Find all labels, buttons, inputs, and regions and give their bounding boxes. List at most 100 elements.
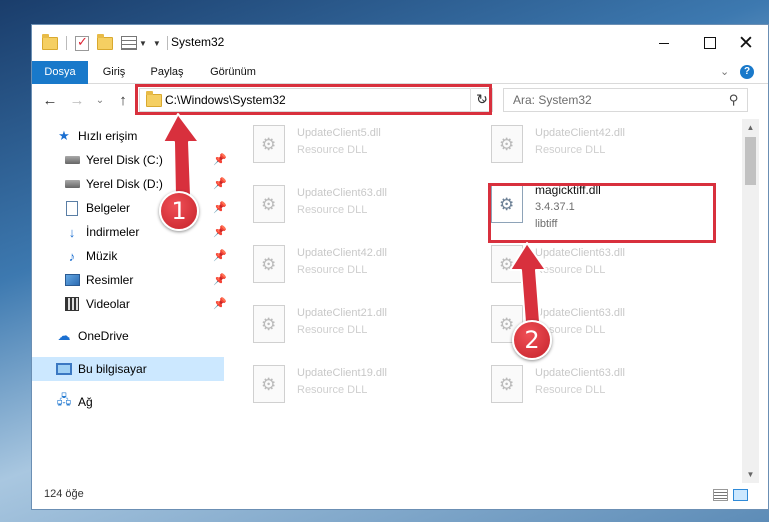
- forward-arrow-icon[interactable]: →: [67, 91, 87, 111]
- tab-share[interactable]: Paylaş: [142, 61, 192, 84]
- music-icon: ♪: [68, 248, 76, 264]
- tab-home[interactable]: Giriş: [92, 61, 136, 84]
- scrollbar-thumb[interactable]: [745, 137, 756, 185]
- dll-file-icon: [491, 125, 523, 163]
- dll-file-icon: [253, 365, 285, 403]
- new-folder-icon[interactable]: [97, 33, 113, 50]
- search-input[interactable]: Ara: System32 ⚲: [503, 88, 748, 112]
- properties-check-icon[interactable]: [75, 34, 89, 51]
- sidebar-item-onedrive[interactable]: ☁ OneDrive: [56, 325, 129, 347]
- computer-icon: [56, 361, 72, 377]
- customize-chevron-icon[interactable]: ▼: [139, 39, 147, 48]
- sidebar-item-label: Ağ: [78, 395, 93, 409]
- file-description: Resource DLL: [535, 144, 606, 156]
- pin-icon[interactable]: 📌: [213, 249, 227, 262]
- sidebar-item-label: Yerel Disk (C:): [86, 153, 163, 167]
- qa-dropdown-icon[interactable]: ▼: [153, 39, 161, 48]
- file-name: UpdateClient63.dll: [535, 247, 625, 259]
- sidebar-item-network[interactable]: 🖧 Ağ: [56, 391, 93, 413]
- sidebar-item-disk-d[interactable]: Yerel Disk (D:): [64, 173, 163, 195]
- file-description: Resource DLL: [297, 324, 368, 336]
- back-arrow-icon[interactable]: ←: [40, 91, 60, 111]
- sidebar-item-music[interactable]: ♪ Müzik: [64, 245, 118, 267]
- file-item[interactable]: UpdateClient63.dll Resource DLL: [491, 241, 701, 291]
- sidebar-item-pictures[interactable]: Resimler: [64, 269, 133, 291]
- drive-icon: [64, 152, 80, 168]
- quick-access-toolbar: ▼ ▼: [42, 33, 168, 52]
- file-list: UpdateClient5.dll Resource DLL UpdateCli…: [227, 119, 742, 479]
- file-item[interactable]: UpdateClient63.dll Resource DLL: [253, 181, 463, 231]
- sidebar-item-label: Müzik: [86, 249, 118, 263]
- close-button[interactable]: ✕: [723, 25, 769, 61]
- tab-file[interactable]: Dosya: [32, 61, 88, 84]
- file-name: UpdateClient19.dll: [297, 367, 387, 379]
- file-description: Resource DLL: [297, 204, 368, 216]
- help-icon[interactable]: ?: [740, 65, 754, 79]
- sidebar-item-label: Bu bilgisayar: [78, 362, 147, 376]
- file-name: UpdateClient63.dll: [535, 367, 625, 379]
- sidebar-item-label: Hızlı erişim: [78, 129, 138, 143]
- recent-locations-chevron-icon[interactable]: ⌄: [90, 91, 110, 111]
- pin-icon[interactable]: 📌: [213, 225, 227, 238]
- sidebar-item-label: Resimler: [86, 273, 134, 287]
- sidebar-item-videos[interactable]: Videolar: [64, 293, 130, 315]
- rename-icon[interactable]: [121, 36, 137, 50]
- file-item[interactable]: UpdateClient42.dll Resource DLL: [253, 241, 463, 291]
- file-name: UpdateClient42.dll: [535, 127, 625, 139]
- sidebar-item-documents[interactable]: Belgeler: [64, 197, 130, 219]
- dll-file-icon: [253, 185, 285, 223]
- sidebar-item-label: İndirmeler: [86, 225, 140, 239]
- pin-icon[interactable]: 📌: [213, 297, 227, 310]
- ribbon-expand-chevron-icon[interactable]: ⌄: [720, 65, 729, 78]
- toolbar-divider: [66, 36, 67, 50]
- pin-icon[interactable]: 📌: [213, 177, 227, 190]
- search-icon[interactable]: ⚲: [729, 92, 739, 108]
- title-bar: ▼ ▼ System32 ✕: [32, 25, 768, 61]
- file-item[interactable]: UpdateClient19.dll Resource DLL: [253, 361, 463, 411]
- dll-file-icon: [491, 365, 523, 403]
- item-count: 124 öğe: [44, 488, 84, 500]
- search-placeholder: Ara: System32: [513, 93, 592, 107]
- callout-step-1: 1: [159, 191, 199, 231]
- cloud-icon: ☁: [57, 328, 71, 343]
- download-icon: ↓: [68, 224, 76, 240]
- file-item[interactable]: UpdateClient63.dll Resource DLL: [491, 361, 701, 411]
- file-item[interactable]: UpdateClient21.dll Resource DLL: [253, 301, 463, 351]
- folder-icon: [42, 33, 58, 50]
- toolbar-divider: [166, 36, 168, 50]
- file-name: UpdateClient42.dll: [297, 247, 387, 259]
- dll-file-icon: [253, 125, 285, 163]
- window-title: System32: [171, 35, 225, 49]
- scroll-down-icon[interactable]: ▼: [742, 470, 759, 479]
- sidebar-item-label: Belgeler: [86, 201, 131, 215]
- tab-view[interactable]: Görünüm: [202, 61, 264, 84]
- sidebar-item-quick-access[interactable]: ★ Hızlı erişim: [56, 125, 137, 147]
- scroll-up-icon[interactable]: ▲: [742, 123, 759, 132]
- file-name: UpdateClient63.dll: [297, 187, 387, 199]
- file-description: Resource DLL: [535, 264, 606, 276]
- sidebar-item-label: Yerel Disk (D:): [86, 177, 163, 191]
- file-name: UpdateClient5.dll: [297, 127, 381, 139]
- callout-step-2: 2: [512, 320, 552, 360]
- pin-icon[interactable]: 📌: [213, 201, 227, 214]
- documents-icon: [64, 200, 80, 216]
- file-item[interactable]: UpdateClient5.dll Resource DLL: [253, 121, 463, 171]
- ribbon-tabs: Dosya Giriş Paylaş Görünüm ⌄ ?: [32, 61, 768, 84]
- pin-icon[interactable]: 📌: [213, 153, 227, 166]
- sidebar-item-downloads[interactable]: ↓ İndirmeler: [64, 221, 140, 243]
- explorer-window: ▼ ▼ System32 ✕ Dosya Giriş Paylaş Görünü…: [31, 24, 769, 510]
- network-icon: 🖧: [56, 392, 72, 407]
- sidebar-item-this-pc[interactable]: Bu bilgisayar: [56, 358, 147, 380]
- up-arrow-icon[interactable]: ↑: [113, 91, 133, 111]
- file-name: UpdateClient21.dll: [297, 307, 387, 319]
- tiles-view-icon[interactable]: [733, 489, 748, 501]
- details-view-icon[interactable]: [713, 489, 728, 501]
- minimize-button[interactable]: [641, 25, 687, 61]
- vertical-scrollbar[interactable]: ▲ ▼: [742, 119, 759, 483]
- file-name: UpdateClient63.dll: [535, 307, 625, 319]
- pin-icon[interactable]: 📌: [213, 273, 227, 286]
- file-item[interactable]: UpdateClient42.dll Resource DLL: [491, 121, 701, 171]
- videos-icon: [64, 296, 80, 312]
- file-description: Resource DLL: [535, 384, 606, 396]
- drive-icon: [64, 176, 80, 192]
